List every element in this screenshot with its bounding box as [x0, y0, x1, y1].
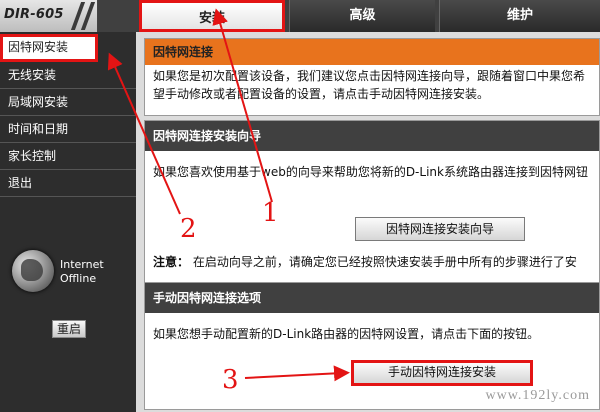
- manual-internet-setup-button[interactable]: 手动因特网连接安装: [351, 360, 533, 386]
- intro-title: 因特网连接: [145, 39, 599, 65]
- sidebar-item-time-date[interactable]: 时间和日期: [0, 116, 136, 143]
- sidebar: 因特网安装 无线安装 局域网安装 时间和日期 家长控制 退出 Internet …: [0, 32, 136, 412]
- intro-panel: 因特网连接 如果您是初次配置该设备，我们建议您点击因特网连接向导，跟随着窗口中果…: [144, 38, 600, 116]
- sidebar-item-logout[interactable]: 退出: [0, 170, 136, 197]
- tab-advanced[interactable]: 高级: [289, 0, 435, 32]
- watermark: www.192ly.com: [485, 388, 590, 403]
- internet-globe-icon: [12, 250, 54, 292]
- manual-title: 手动因特网连接选项: [145, 283, 599, 313]
- top-navigation-bar: DIR-605 安装 高级 维护: [0, 0, 600, 32]
- reboot-button[interactable]: 重启: [52, 320, 86, 338]
- sidebar-item-wireless-setup[interactable]: 无线安装: [0, 62, 136, 89]
- model-name: DIR-605: [4, 7, 64, 22]
- main-content: 因特网连接 如果您是初次配置该设备，我们建议您点击因特网连接向导，跟随着窗口中果…: [140, 32, 600, 412]
- internet-status: Internet Offline: [60, 258, 104, 286]
- wizard-text: 如果您喜欢使用基于web的向导来帮助您将新的D-Link系统路由器连接到因特网钮: [153, 165, 588, 179]
- manual-text: 如果您想手动配置新的D-Link路由器的因特网设置，请点击下面的按钮。: [153, 327, 540, 341]
- note-label: 注意：: [153, 255, 190, 269]
- note-text: 在启动向导之前，请确定您已经按照快速安装手册中所有的步骤进行了安: [192, 255, 577, 269]
- wizard-panel: 因特网连接安装向导 如果您喜欢使用基于web的向导来帮助您将新的D-Link系统…: [144, 120, 600, 298]
- tab-maintenance[interactable]: 维护: [439, 0, 600, 32]
- internet-status-line1: Internet: [60, 258, 104, 271]
- annotation-step-3: 3: [222, 365, 239, 395]
- sidebar-item-parental-control[interactable]: 家长控制: [0, 143, 136, 170]
- wizard-title: 因特网连接安装向导: [145, 121, 599, 151]
- sidebar-item-internet-setup[interactable]: 因特网安装: [0, 34, 98, 62]
- intro-text: 如果您是初次配置该设备，我们建议您点击因特网连接向导，跟随着窗口中果您希望手动修…: [153, 69, 586, 101]
- sidebar-item-lan-setup[interactable]: 局域网安装: [0, 89, 136, 116]
- globe-landmass: [21, 259, 43, 281]
- internet-wizard-button[interactable]: 因特网连接安装向导: [355, 217, 525, 241]
- internet-status-line2: Offline: [60, 272, 97, 285]
- dlink-logo: DIR-605: [0, 0, 98, 32]
- wizard-note: 注意： 在启动向导之前，请确定您已经按照快速安装手册中所有的步骤进行了安: [145, 253, 585, 271]
- annotation-step-1: 1: [262, 198, 279, 228]
- tab-install[interactable]: 安装: [139, 0, 285, 32]
- annotation-step-2: 2: [180, 214, 197, 244]
